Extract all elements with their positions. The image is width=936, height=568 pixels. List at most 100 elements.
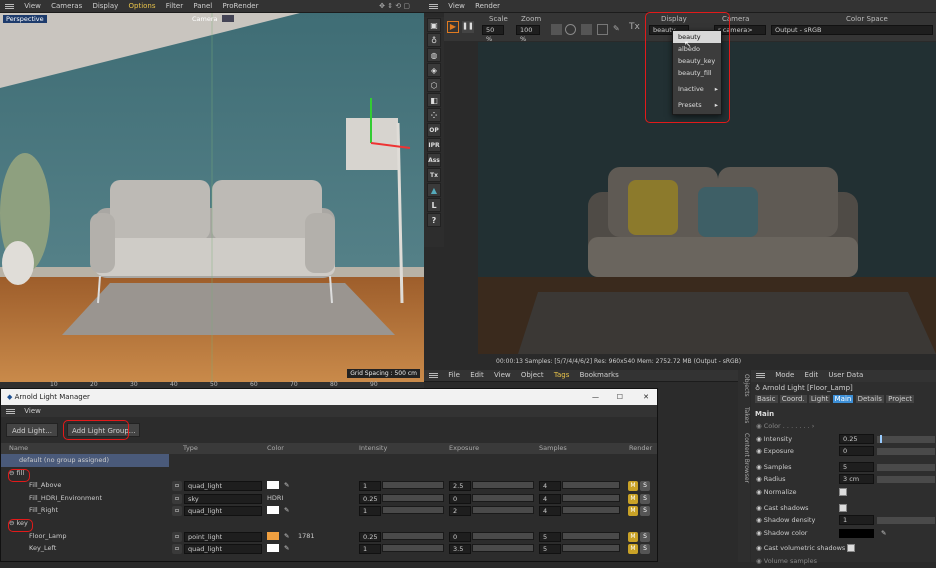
col-name[interactable]: Name <box>9 443 28 454</box>
tab-basic[interactable]: Basic <box>755 395 778 403</box>
exposure-field[interactable]: 3.5 <box>449 544 471 555</box>
exposure-slider[interactable] <box>472 506 534 515</box>
hamburger-icon[interactable] <box>5 5 14 7</box>
menu-panel[interactable]: Panel <box>193 0 212 12</box>
samples-slider[interactable] <box>562 544 620 553</box>
attr-row-radius[interactable]: ◉ Radius 3 cm <box>751 473 936 486</box>
intensity-field[interactable]: 1 <box>359 544 381 555</box>
menu-edit[interactable]: Edit <box>470 370 484 381</box>
menu-view[interactable]: View <box>24 0 41 12</box>
menu-view[interactable]: View <box>494 370 511 381</box>
close-icon[interactable]: ✕ <box>643 389 649 405</box>
color-swatch[interactable] <box>267 506 279 515</box>
picker-icon[interactable]: ✎ <box>284 479 289 492</box>
samples-slider[interactable] <box>562 506 620 515</box>
solo-toggle[interactable]: S <box>640 506 650 517</box>
samples-field[interactable]: 5 <box>539 531 561 542</box>
shadow-color-swatch[interactable] <box>839 528 874 538</box>
picker-icon[interactable]: ✎ <box>613 24 620 33</box>
menu-render[interactable]: Render <box>475 0 500 12</box>
menu-filter[interactable]: Filter <box>166 0 183 12</box>
radius-slider[interactable] <box>877 476 935 484</box>
light-row[interactable]: Fill_HDRI_Environment ▫ sky HDRI 0.25 0 4 M S <box>1 492 657 505</box>
light-manager-icon[interactable]: L <box>427 198 441 212</box>
intensity-slider[interactable] <box>382 481 444 490</box>
menu-tags[interactable]: Tags <box>554 370 570 381</box>
minimize-icon[interactable]: — <box>592 389 599 405</box>
mute-toggle[interactable]: M <box>628 481 638 492</box>
exposure-field[interactable]: 2 <box>449 506 471 517</box>
picker-icon[interactable]: ✎ <box>881 527 886 540</box>
procedural-icon[interactable]: ◧ <box>427 93 441 107</box>
attr-row-cast-volumetric[interactable]: ◉ Cast volumetric shadows <box>751 542 936 555</box>
viewport-nav-icons[interactable]: ✥ ⇕ ⟲ ▢ <box>379 0 410 12</box>
intensity-field[interactable]: 0.25 <box>359 531 381 542</box>
side-tab-objects[interactable]: Objects <box>743 374 750 397</box>
col-exposure[interactable]: Exposure <box>449 443 479 454</box>
menu-display[interactable]: Display <box>92 0 118 12</box>
attr-row-exposure[interactable]: ◉ Exposure 0 <box>751 445 936 458</box>
snapshot-icon[interactable] <box>581 24 592 35</box>
hamburger-icon[interactable] <box>429 374 438 376</box>
hamburger-icon[interactable] <box>429 5 438 7</box>
scale-field[interactable]: 50 % <box>482 25 504 43</box>
tx-button[interactable]: Tx <box>629 22 640 32</box>
arnold-logo-icon[interactable]: ▲ <box>427 183 441 197</box>
color-temp[interactable]: 1781 <box>298 530 315 543</box>
exposure-slider[interactable] <box>472 544 534 553</box>
col-samples[interactable]: Samples <box>539 443 567 454</box>
menu-user-data[interactable]: User Data <box>828 370 863 381</box>
type-select[interactable]: point_light <box>184 531 262 542</box>
intensity-field[interactable]: 0.25 <box>359 493 381 504</box>
attr-row-shadow-color[interactable]: ◉ Shadow color ✎ <box>751 527 936 540</box>
solo-toggle[interactable]: S <box>640 544 650 555</box>
side-tab-takes[interactable]: Takes <box>743 407 750 423</box>
region-icon[interactable] <box>551 24 562 35</box>
tab-light[interactable]: Light <box>808 395 831 403</box>
tab-coord[interactable]: Coord. <box>779 395 807 403</box>
solo-toggle[interactable]: S <box>640 493 650 504</box>
mute-toggle[interactable]: M <box>628 531 638 542</box>
solo-toggle[interactable]: S <box>640 481 650 492</box>
light-row[interactable]: default (no group assigned) <box>1 454 169 467</box>
solo-toggle[interactable]: S <box>640 531 650 542</box>
exposure-field[interactable]: 0 <box>449 493 471 504</box>
cast-volumetric-checkbox[interactable] <box>847 544 856 553</box>
light-row[interactable]: Key_Left ▫ quad_light ✎ 1 3.5 5 M S <box>1 542 657 555</box>
type-select[interactable]: quad_light <box>184 481 262 492</box>
exposure-slider[interactable] <box>472 493 534 502</box>
samples-slider[interactable] <box>562 493 620 502</box>
col-render[interactable]: Render <box>629 443 652 454</box>
col-intensity[interactable]: Intensity <box>359 443 387 454</box>
exposure-field[interactable]: 0 <box>449 531 471 542</box>
color-swatch[interactable] <box>267 531 279 540</box>
add-light-button[interactable]: Add Light... <box>6 423 58 437</box>
intensity-slider[interactable] <box>382 544 444 553</box>
object-manager-body[interactable] <box>658 382 738 562</box>
menu-edit[interactable]: Edit <box>805 370 819 381</box>
type-icon[interactable]: ▫ <box>172 506 182 517</box>
shadow-density-slider[interactable] <box>877 517 935 525</box>
exposure-field[interactable]: 0 <box>839 446 874 457</box>
cast-shadows-checkbox[interactable] <box>839 503 847 512</box>
type-select[interactable]: sky <box>184 493 262 504</box>
col-color[interactable]: Color <box>267 443 284 454</box>
type-select[interactable]: quad_light <box>184 506 262 517</box>
maximize-icon[interactable]: ☐ <box>617 389 623 405</box>
exposure-slider[interactable] <box>877 448 935 456</box>
type-icon[interactable]: ▫ <box>172 493 182 504</box>
menu-object[interactable]: Object <box>521 370 544 381</box>
intensity-slider[interactable] <box>382 506 444 515</box>
radius-field[interactable]: 3 cm <box>839 474 874 485</box>
exposure-slider[interactable] <box>472 531 534 540</box>
intensity-slider[interactable] <box>382 531 444 540</box>
light-group-row[interactable]: ⊖ key <box>1 517 657 530</box>
shadow-density-field[interactable]: 1 <box>839 515 874 526</box>
color-swatch[interactable] <box>267 481 279 490</box>
attr-row-samples[interactable]: ◉ Samples 5 <box>751 461 936 474</box>
light-row[interactable]: Fill_Above ▫ quad_light ✎ 1 2.5 4 M S <box>1 479 657 492</box>
camera-icon[interactable] <box>222 15 234 22</box>
render-view-icon[interactable]: ▣ <box>427 18 441 32</box>
perspective-viewport[interactable]: Perspective Camera Grid Spacing : 500 cm <box>0 13 424 382</box>
tab-project[interactable]: Project <box>886 395 915 403</box>
